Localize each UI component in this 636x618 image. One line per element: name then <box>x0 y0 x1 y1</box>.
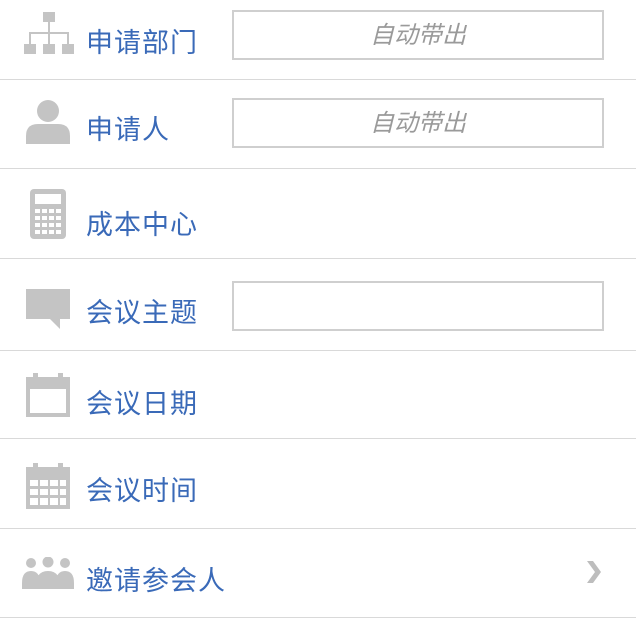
calendar-icon <box>26 373 70 417</box>
row-cost-center[interactable]: 成本中心 <box>0 169 636 259</box>
row-department: 申请部门 <box>0 0 636 80</box>
row-applicant: 申请人 <box>0 80 636 169</box>
row-meeting-topic: 会议主题 <box>0 259 636 351</box>
calculator-icon <box>30 189 66 239</box>
speech-bubble-icon <box>26 289 70 329</box>
meeting-request-form: 申请部门 申请人 成本中心 <box>0 0 636 618</box>
meeting-time-label: 会议时间 <box>86 476 198 507</box>
row-invite-attendees[interactable]: 邀请参会人 <box>0 529 636 618</box>
applicant-label: 申请人 <box>86 115 170 146</box>
row-meeting-time[interactable]: 会议时间 <box>0 439 636 529</box>
calendar-grid-icon <box>26 463 70 509</box>
cost-center-label: 成本中心 <box>86 210 198 241</box>
meeting-topic-input[interactable] <box>232 281 604 331</box>
group-icon <box>22 557 74 591</box>
department-label: 申请部门 <box>86 28 198 59</box>
invite-attendees-label: 邀请参会人 <box>86 566 226 597</box>
applicant-input[interactable] <box>232 98 604 148</box>
org-chart-icon <box>24 12 74 56</box>
row-meeting-date[interactable]: 会议日期 <box>0 351 636 439</box>
department-input[interactable] <box>232 10 604 60</box>
meeting-date-label: 会议日期 <box>86 389 198 420</box>
meeting-topic-label: 会议主题 <box>86 298 198 329</box>
person-icon <box>26 100 70 144</box>
chevron-right-icon[interactable] <box>584 559 604 589</box>
